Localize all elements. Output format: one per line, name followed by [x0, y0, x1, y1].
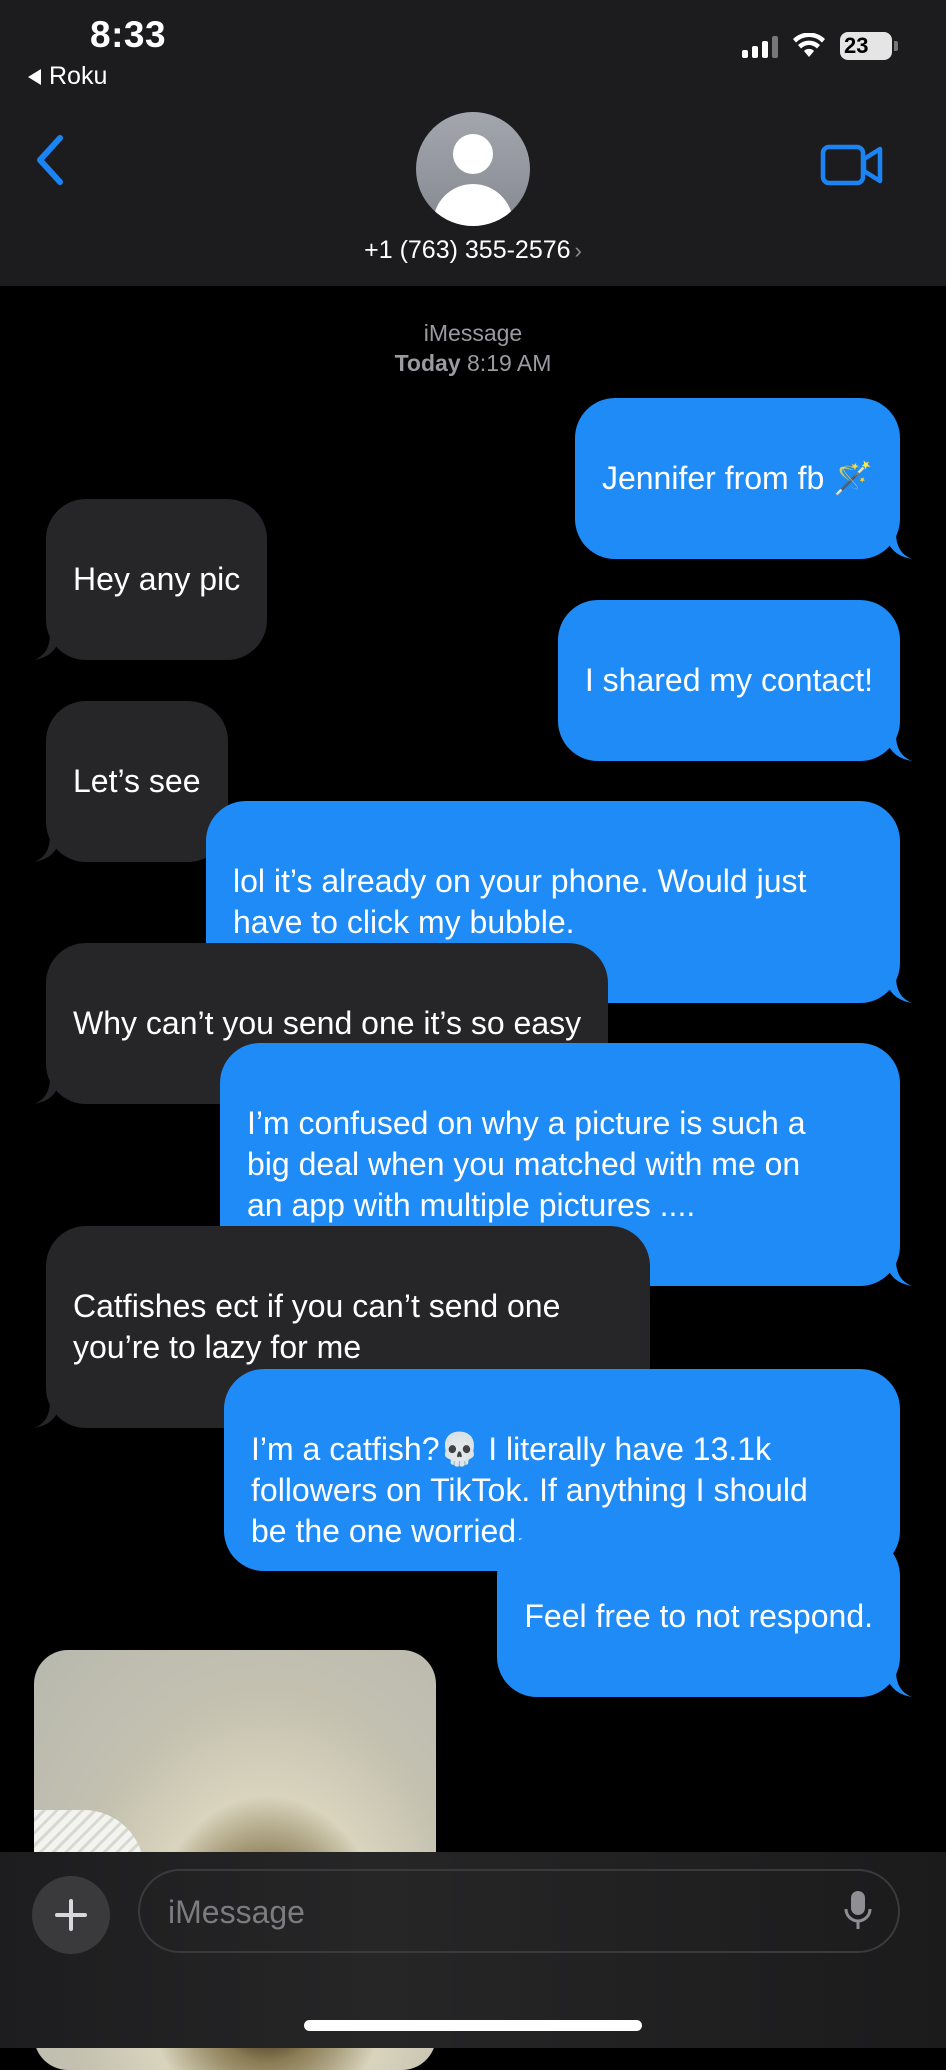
- message-text: Jennifer from fb 🪄: [601, 460, 873, 496]
- battery-icon: 23: [840, 32, 898, 60]
- status-icons: 23: [742, 32, 898, 60]
- message-text: Feel free to not respond.: [524, 1598, 873, 1634]
- plus-icon: [55, 1899, 87, 1931]
- add-attachment-button[interactable]: [32, 1876, 110, 1954]
- battery-level: 23: [840, 32, 892, 60]
- message-text: I’m a catfish?💀 I literally have 13.1k f…: [251, 1431, 808, 1549]
- message-text: Hey any pic: [73, 561, 241, 597]
- message-text: Why can’t you send one it’s so easy: [73, 1005, 582, 1041]
- day-label: Today: [394, 350, 461, 376]
- time-label: 8:19 AM: [467, 350, 552, 376]
- conversation-timestamp: iMessage Today 8:19 AM: [0, 318, 946, 378]
- message-bubble-sent[interactable]: Feel free to not respond.: [497, 1536, 912, 1697]
- message-composer: [0, 1852, 946, 2048]
- contact-number: +1 (763) 355-2576: [364, 236, 571, 264]
- back-triangle-icon: [28, 68, 41, 85]
- message-bubble-sent[interactable]: Jennifer from fb 🪄: [574, 398, 912, 559]
- message-text: I’m confused on why a picture is such a …: [247, 1105, 806, 1223]
- home-indicator[interactable]: [304, 2020, 642, 2031]
- contact-avatar[interactable]: [416, 112, 530, 226]
- contact-name[interactable]: +1 (763) 355-2576 ›: [0, 236, 946, 265]
- wifi-icon: [793, 33, 825, 57]
- cellular-signal-icon: [742, 34, 778, 58]
- service-label: iMessage: [423, 320, 523, 346]
- message-text: I shared my contact!: [584, 662, 873, 698]
- chevron-right-icon: ›: [574, 238, 582, 263]
- facetime-video-icon[interactable]: [820, 142, 884, 188]
- message-text: Let’s see: [73, 763, 201, 799]
- conversation-header: 8:33 Roku 23 +1 (763) 355-2576 ›: [0, 0, 946, 286]
- message-field[interactable]: [138, 1869, 900, 1953]
- message-bubble-sent[interactable]: I shared my contact!: [557, 600, 912, 761]
- back-chevron-icon[interactable]: [30, 132, 70, 188]
- message-text: Catfishes ect if you can’t send one you’…: [73, 1288, 561, 1365]
- message-bubble-received[interactable]: Hey any pic: [34, 499, 268, 660]
- back-to-app-link[interactable]: Roku: [28, 62, 107, 91]
- microphone-icon[interactable]: [844, 1889, 872, 1933]
- message-bubble-received[interactable]: Let’s see: [34, 701, 228, 862]
- message-input[interactable]: [166, 1871, 810, 1953]
- back-app-label: Roku: [49, 62, 108, 90]
- message-text: lol it’s already on your phone. Would ju…: [233, 863, 807, 940]
- status-time: 8:33: [90, 14, 167, 55]
